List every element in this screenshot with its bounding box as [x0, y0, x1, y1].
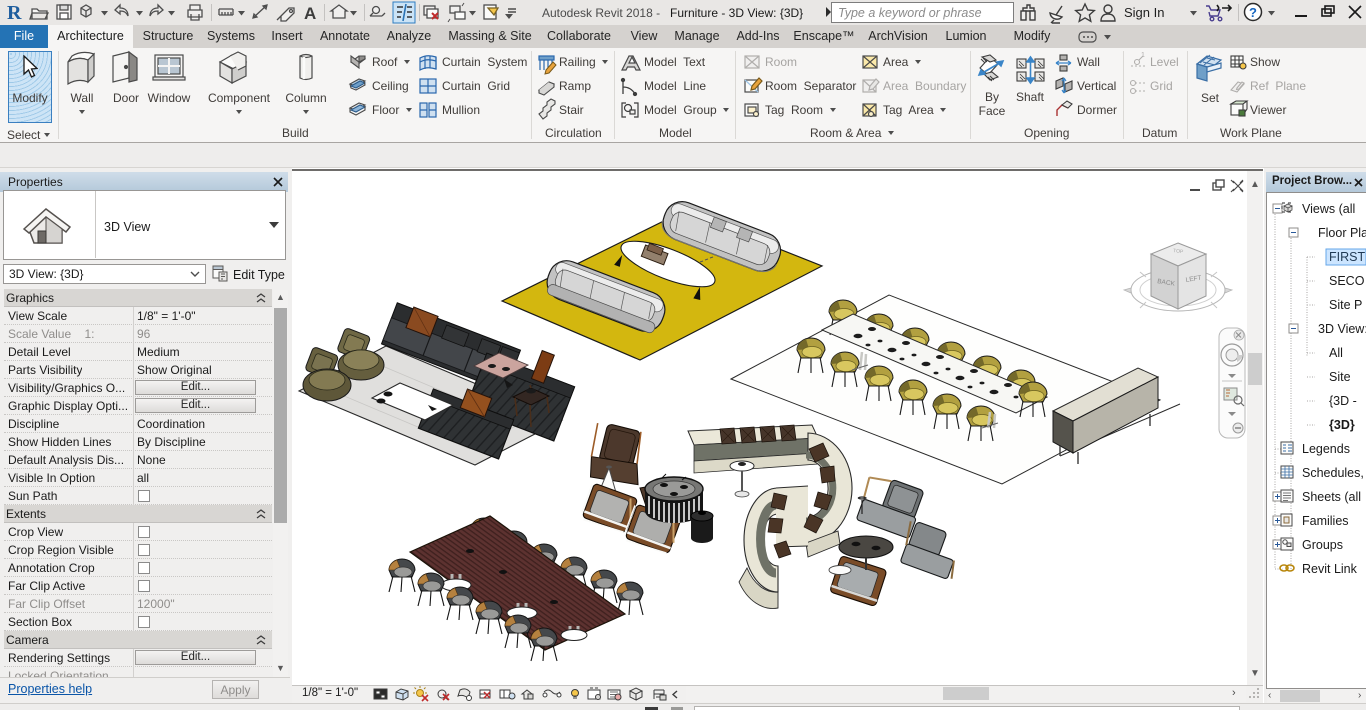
svg-text:Site P: Site P [1329, 298, 1362, 312]
svg-text:Families: Families [1302, 514, 1349, 528]
svg-text:Views (all: Views (all [1302, 202, 1355, 216]
svg-text:Sheets (all: Sheets (all [1302, 490, 1361, 504]
svg-text:Site: Site [1329, 370, 1351, 384]
svg-text:1: 1 [1141, 52, 1145, 59]
svg-text:All: All [1329, 346, 1343, 360]
svg-text:Groups: Groups [1302, 538, 1343, 552]
svg-text:Schedules,: Schedules, [1302, 466, 1364, 480]
svg-text:Legends: Legends [1302, 442, 1350, 456]
svg-text:SECO: SECO [1329, 274, 1365, 288]
svg-text:?: ? [1249, 5, 1257, 20]
svg-text:3D View:: 3D View: [1318, 322, 1366, 336]
svg-text:{3D}: {3D} [1329, 418, 1355, 432]
svg-text:{3D -: {3D - [1329, 394, 1357, 408]
svg-text:Revit Link: Revit Link [1302, 562, 1358, 576]
svg-text:R: R [7, 2, 22, 24]
svg-text:A: A [304, 4, 316, 23]
svg-text:Floor Plan: Floor Plan [1318, 226, 1366, 240]
